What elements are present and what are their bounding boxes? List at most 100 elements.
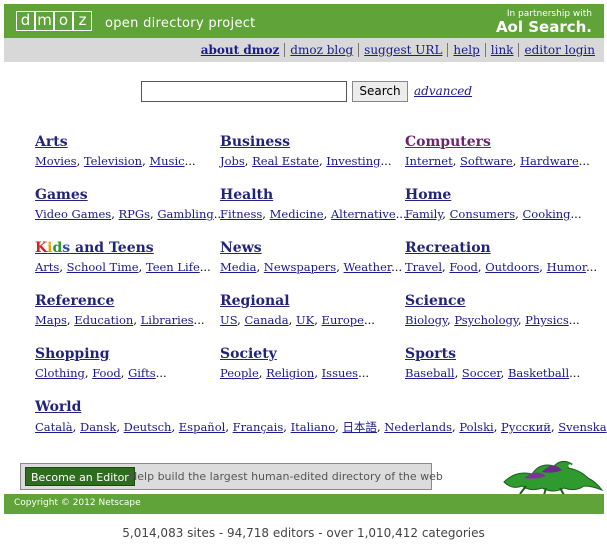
subcategory-list: Video Games, RPGs, Gambling...: [35, 207, 225, 221]
subcategory-link[interactable]: Real Estate: [252, 154, 319, 168]
category-title-arts[interactable]: Arts: [35, 134, 68, 150]
category-title-sports[interactable]: Sports: [405, 346, 456, 362]
subcategory-list: People, Religion, Issues...: [220, 366, 370, 380]
dmoz-dragon-mascot-icon: [503, 460, 604, 496]
category-shopping: Shopping Clothing, Food, Gifts...: [35, 343, 167, 380]
subcategory-link[interactable]: Deutsch: [124, 420, 172, 434]
subcategory-link[interactable]: Television: [84, 154, 142, 168]
subcategory-link[interactable]: Español: [179, 420, 226, 434]
category-title-society[interactable]: Society: [220, 346, 277, 362]
category-title-computers[interactable]: Computers: [405, 134, 491, 150]
subcategory-link[interactable]: Hardware: [520, 154, 579, 168]
subcategory-link[interactable]: Weather: [344, 260, 392, 274]
editor-promo-text: Help build the largest human-edited dire…: [129, 470, 443, 483]
nav-link-blog[interactable]: dmoz blog: [285, 43, 358, 57]
category-computers: Computers Internet, Software, Hardware...: [405, 131, 590, 168]
subcategory-link[interactable]: Dansk: [80, 420, 116, 434]
subcategory-link[interactable]: Italiano: [291, 420, 336, 434]
subcategory-link[interactable]: UK: [296, 313, 314, 327]
subcategory-link[interactable]: Media: [220, 260, 256, 274]
category-title-business[interactable]: Business: [220, 134, 290, 150]
subcategory-list: US, Canada, UK, Europe...: [220, 313, 375, 327]
category-title-regional[interactable]: Regional: [220, 293, 290, 309]
dmoz-logo[interactable]: d m o z: [16, 11, 92, 31]
become-editor-button[interactable]: Become an Editor: [25, 467, 135, 486]
subcategory-link[interactable]: Food: [92, 366, 121, 380]
subcategory-link[interactable]: Polski: [459, 420, 493, 434]
subcategory-link[interactable]: Biology: [405, 313, 447, 327]
subcategory-link[interactable]: Baseball: [405, 366, 455, 380]
subcategory-link[interactable]: Investing: [326, 154, 380, 168]
subcategory-list: Media, Newspapers, Weather...: [220, 260, 403, 274]
copyright-text: Copyright © 2012 Netscape: [14, 498, 141, 508]
subcategory-link[interactable]: Religion: [266, 366, 314, 380]
category-title-home[interactable]: Home: [405, 187, 451, 203]
subcategory-link[interactable]: Software: [460, 154, 513, 168]
subcategory-link[interactable]: Food: [449, 260, 478, 274]
category-business: Business Jobs, Real Estate, Investing...: [220, 131, 391, 168]
subcategory-link[interactable]: Català: [35, 420, 73, 434]
category-title-kids-and-teens[interactable]: Kids and Teens: [35, 240, 154, 256]
subcategory-link[interactable]: Outdoors: [485, 260, 539, 274]
directory-stats: 5,014,083 sites - 94,718 editors - over …: [122, 526, 485, 540]
category-title-games[interactable]: Games: [35, 187, 88, 203]
nav-link-suggest-url[interactable]: suggest URL: [359, 43, 447, 57]
nav-link-link[interactable]: link: [486, 43, 519, 57]
advanced-search-link[interactable]: advanced: [414, 84, 472, 98]
subcategory-link[interactable]: Soccer: [462, 366, 501, 380]
category-title-shopping[interactable]: Shopping: [35, 346, 110, 362]
subcategory-link[interactable]: School Time: [67, 260, 139, 274]
subcategory-link[interactable]: Jobs: [220, 154, 245, 168]
subcategory-link[interactable]: Maps: [35, 313, 67, 327]
category-kids-and-teens: Kids and Teens Arts, School Time, Teen Li…: [35, 237, 211, 274]
category-title-recreation[interactable]: Recreation: [405, 240, 491, 256]
subcategory-link[interactable]: Libraries: [141, 313, 194, 327]
subcategory-link[interactable]: Canada: [244, 313, 288, 327]
subcategory-link[interactable]: Newspapers: [264, 260, 336, 274]
subcategory-link[interactable]: Family: [405, 207, 442, 221]
logo-letter: d: [16, 11, 35, 31]
subcategory-link[interactable]: Basketball: [508, 366, 569, 380]
search-button[interactable]: Search: [352, 81, 408, 102]
subcategory-link[interactable]: Psychology: [454, 313, 518, 327]
search-input[interactable]: [141, 81, 347, 102]
category-title-science[interactable]: Science: [405, 293, 465, 309]
subcategory-link[interactable]: Movies: [35, 154, 77, 168]
subcategory-link[interactable]: Consumers: [450, 207, 516, 221]
subcategory-link[interactable]: Nederlands: [384, 420, 452, 434]
aol-partner-badge[interactable]: In partnership with Aol Search.: [496, 9, 592, 36]
subcategory-link[interactable]: Physics: [525, 313, 569, 327]
subcategory-link[interactable]: Humor: [547, 260, 587, 274]
nav-link-help[interactable]: help: [448, 43, 484, 57]
subcategory-link[interactable]: Internet: [405, 154, 453, 168]
nav-bar: about dmoz dmoz blog suggest URL help li…: [4, 38, 604, 62]
category-title-health[interactable]: Health: [220, 187, 273, 203]
subcategory-link[interactable]: Fitness: [220, 207, 262, 221]
subcategory-link[interactable]: Français: [233, 420, 284, 434]
subcategory-link[interactable]: Teen Life: [146, 260, 200, 274]
subcategory-link[interactable]: Issues: [322, 366, 358, 380]
subcategory-link[interactable]: Svenska: [558, 420, 606, 434]
subcategory-link[interactable]: Music: [149, 154, 184, 168]
subcategory-link[interactable]: 日本語: [342, 420, 377, 434]
category-title-reference[interactable]: Reference: [35, 293, 114, 309]
nav-link-about[interactable]: about dmoz: [196, 43, 285, 57]
category-title-news[interactable]: News: [220, 240, 262, 256]
subcategory-link[interactable]: Video Games: [35, 207, 111, 221]
subcategory-link[interactable]: Alternative: [331, 207, 396, 221]
subcategory-link[interactable]: Europe: [322, 313, 364, 327]
nav-link-editor-login[interactable]: editor login: [519, 43, 600, 57]
subcategory-link[interactable]: Gifts: [128, 366, 156, 380]
subcategory-link[interactable]: Travel: [405, 260, 442, 274]
category-title-world[interactable]: World: [35, 399, 81, 415]
subcategory-link[interactable]: Education: [74, 313, 133, 327]
subcategory-link[interactable]: Cooking: [522, 207, 570, 221]
subcategory-link[interactable]: People: [220, 366, 259, 380]
subcategory-link[interactable]: Medicine: [270, 207, 324, 221]
subcategory-link[interactable]: Русский: [501, 420, 551, 434]
subcategory-link[interactable]: Gambling: [157, 207, 213, 221]
subcategory-link[interactable]: US: [220, 313, 237, 327]
subcategory-link[interactable]: Clothing: [35, 366, 85, 380]
subcategory-link[interactable]: RPGs: [119, 207, 151, 221]
subcategory-link[interactable]: Arts: [35, 260, 59, 274]
